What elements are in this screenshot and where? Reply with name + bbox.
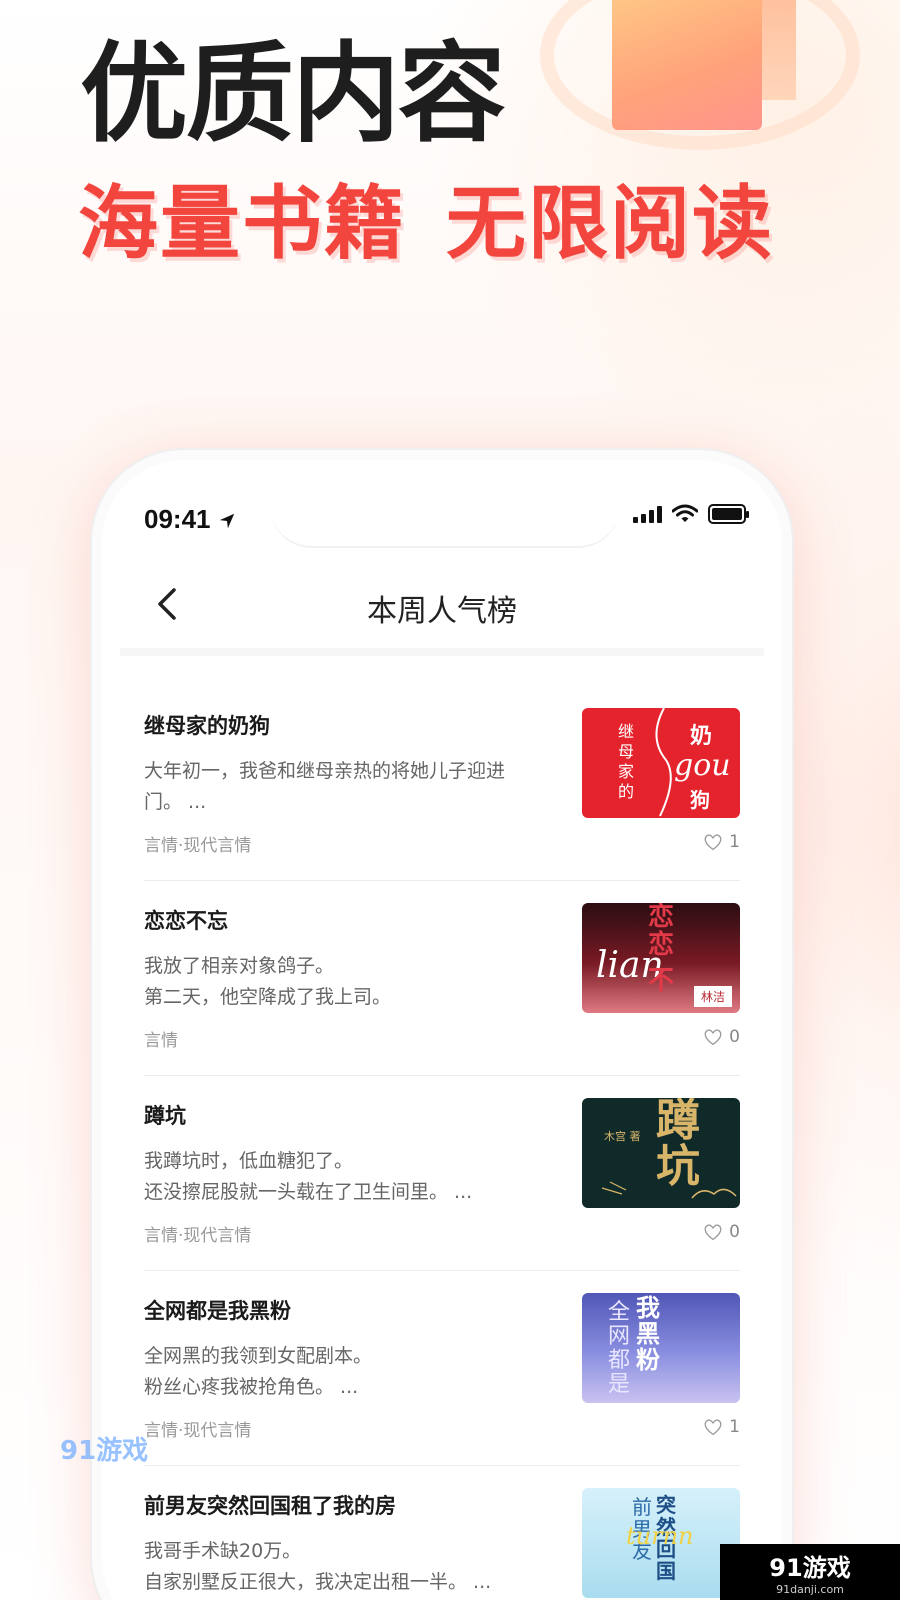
like-counter[interactable]: 0 <box>703 1027 740 1047</box>
cover-char: 狗 <box>690 788 710 812</box>
book-description: 我哥手术缺20万。 自家别墅反正很大，我决定出租一半。 ... <box>144 1540 492 1593</box>
wifi-icon <box>672 504 698 522</box>
phone-mockup: 09:41 本周人气榜 继母家的奶狗 大年初一，我爸和继母亲热的将她儿子迎进 门… <box>92 450 792 1600</box>
corner-logo-badge: 91游戏 91danji.com <box>720 1544 900 1600</box>
book-list: 继母家的奶狗 大年初一，我爸和继母亲热的将她儿子迎进 门。 ... 言情·现代言情… <box>144 686 740 1600</box>
status-icons <box>633 504 749 524</box>
battery-icon <box>708 504 749 524</box>
like-counter[interactable]: 0 <box>703 1222 740 1242</box>
cover-author-badge: 林洁 <box>694 986 732 1007</box>
cellular-signal-icon <box>633 505 662 523</box>
book-item[interactable]: 恋恋不忘 我放了相亲对象鸽子。 第二天，他空降成了我上司。 言情 恋恋 lian … <box>144 881 740 1076</box>
tagline-right: 无限阅读 <box>446 177 774 270</box>
nav-bar: 本周人气榜 <box>120 556 764 656</box>
book-description: 我放了相亲对象鸽子。 第二天，他空降成了我上司。 <box>144 955 392 1008</box>
cover-title-vertical: 不 <box>648 966 675 996</box>
heart-icon <box>704 1029 722 1046</box>
book-category: 言情·现代言情 <box>144 836 252 856</box>
book-item[interactable]: 前男友突然回国租了我的房 我哥手术缺20万。 自家别墅反正很大，我决定出租一半。 … <box>144 1466 740 1600</box>
cover-clouds <box>601 1181 737 1199</box>
book-description: 我蹲坑时，低血糖犯了。 还没擦屁股就一头载在了卫生间里。 ... <box>144 1150 473 1203</box>
tagline-left: 海量书籍 <box>78 177 406 270</box>
book-item[interactable]: 蹲坑 我蹲坑时，低血糖犯了。 还没擦屁股就一头载在了卫生间里。 ... 言情·现代… <box>144 1076 740 1271</box>
book-item[interactable]: 继母家的奶狗 大年初一，我爸和继母亲热的将她儿子迎进 门。 ... 言情·现代言情… <box>144 686 740 881</box>
watermark-logo: 91游戏 <box>60 1436 149 1466</box>
book-cover[interactable]: 恋恋 lian 不 林洁 <box>582 903 740 1013</box>
book-title: 前男友突然回国租了我的房 <box>144 1494 396 1518</box>
book-title: 恋恋不忘 <box>144 909 228 933</box>
heart-icon <box>704 1224 722 1241</box>
book-cover[interactable]: 木宫 著 蹲坑 <box>582 1098 740 1208</box>
heart-icon <box>704 1419 722 1436</box>
book-category: 言情·现代言情 <box>144 1226 252 1246</box>
book-title: 继母家的奶狗 <box>144 714 270 738</box>
book-item[interactable]: 全网都是我黑粉 全网黑的我领到女配剧本。 粉丝心疼我被抢角色。 ... 言情·现代… <box>144 1271 740 1466</box>
hero-tagline: 海量书籍 无限阅读 <box>78 176 774 272</box>
cover-title-vertical: 继母家的 <box>618 722 635 801</box>
cover-char: 奶 <box>690 723 713 749</box>
like-counter[interactable]: 1 <box>703 1417 740 1437</box>
book-category: 言情 <box>144 1031 178 1051</box>
location-arrow-icon <box>219 513 234 529</box>
heart-icon <box>704 834 722 851</box>
status-time: 09:41 <box>144 504 236 535</box>
cover-script: gou <box>674 748 731 783</box>
like-counter[interactable]: 1 <box>703 832 740 852</box>
cover-script: turnn <box>626 1522 694 1550</box>
phone-notch <box>270 478 620 548</box>
book-category: 言情·现代言情 <box>144 1421 252 1441</box>
hero-headline: 优质内容 <box>80 32 506 157</box>
book-cover[interactable]: 继母家的 奶 gou 狗 <box>582 708 740 818</box>
cover-side-title: 我黑粉 <box>636 1293 660 1374</box>
page-title: 本周人气榜 <box>367 594 517 629</box>
decor-book-box <box>612 0 762 130</box>
phone-screen: 09:41 本周人气榜 继母家的奶狗 大年初一，我爸和继母亲热的将她儿子迎进 门… <box>120 478 764 1600</box>
book-title: 全网都是我黑粉 <box>144 1299 291 1323</box>
book-title: 蹲坑 <box>144 1104 186 1128</box>
book-cover[interactable]: 前男友 突然回国 turnn <box>582 1488 740 1598</box>
cover-author: 木宫 著 <box>604 1130 641 1143</box>
cover-swirl <box>655 708 672 817</box>
decor-book-box-side <box>762 0 796 100</box>
book-cover[interactable]: 全网都是 我黑粉 <box>582 1293 740 1403</box>
book-description: 全网黑的我领到女配剧本。 粉丝心疼我被抢角色。 ... <box>144 1345 373 1398</box>
cover-title-vertical: 全网都是 <box>608 1300 631 1397</box>
book-description: 大年初一，我爸和继母亲热的将她儿子迎进 门。 ... <box>144 760 506 813</box>
